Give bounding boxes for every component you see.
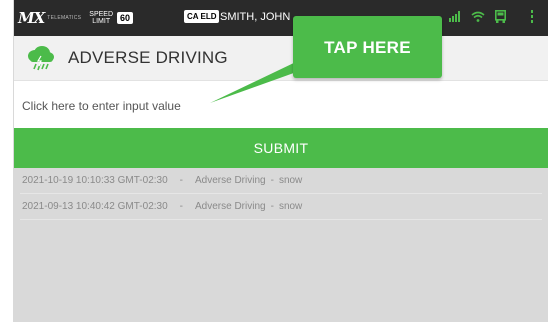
driver-name[interactable]: SMITH, JOHN [220, 11, 290, 23]
entry-timestamp: 2021-10-19 10:10:33 GMT-02:30 [22, 175, 168, 186]
speed-label-line1: SPEED [89, 11, 114, 18]
device-screen: MX TELEMATICS SPEED LIMIT 60 CA ELD SMIT… [13, 0, 548, 322]
reason-input[interactable] [20, 95, 524, 117]
separator: - [179, 201, 183, 212]
separator: - [270, 201, 274, 212]
brand-logo: MX [18, 9, 45, 27]
list-item[interactable]: 2021-10-19 10:10:33 GMT-02:30 - Adverse … [20, 168, 542, 194]
speed-limit: SPEED LIMIT 60 [89, 11, 134, 25]
eld-badge: CA ELD [184, 10, 220, 23]
submit-button[interactable]: SUBMIT [14, 128, 548, 168]
wifi-icon [471, 11, 485, 22]
status-bar: MX TELEMATICS SPEED LIMIT 60 CA ELD SMIT… [14, 0, 548, 36]
page-header: ADVERSE DRIVING [14, 36, 548, 80]
separator: - [179, 175, 183, 186]
separator: - [270, 175, 274, 186]
entry-type: Adverse Driving [195, 201, 266, 212]
history-list: 2021-10-19 10:10:33 GMT-02:30 - Adverse … [14, 168, 548, 322]
signal-icon [449, 11, 460, 22]
input-row [14, 80, 548, 129]
more-vert-icon[interactable] [530, 10, 534, 23]
speed-label-line2: LIMIT [92, 18, 111, 25]
brand-subtitle: TELEMATICS [47, 15, 82, 21]
page-title: ADVERSE DRIVING [68, 48, 228, 67]
entry-reason: snow [278, 201, 303, 212]
entry-timestamp: 2021-09-13 10:40:42 GMT-02:30 [22, 201, 168, 212]
storm-cloud-icon [28, 46, 54, 71]
brand: MX TELEMATICS [18, 9, 81, 27]
list-item[interactable]: 2021-09-13 10:40:42 GMT-02:30 - Adverse … [20, 194, 542, 220]
tap-here-callout: TAP HERE [293, 16, 442, 78]
speed-limit-label: SPEED LIMIT [89, 11, 113, 25]
truck-icon[interactable] [495, 10, 506, 23]
system-icons [449, 10, 534, 23]
speed-limit-value: 60 [117, 12, 134, 24]
entry-type: Adverse Driving [195, 175, 266, 186]
entry-reason: snow [278, 175, 303, 186]
